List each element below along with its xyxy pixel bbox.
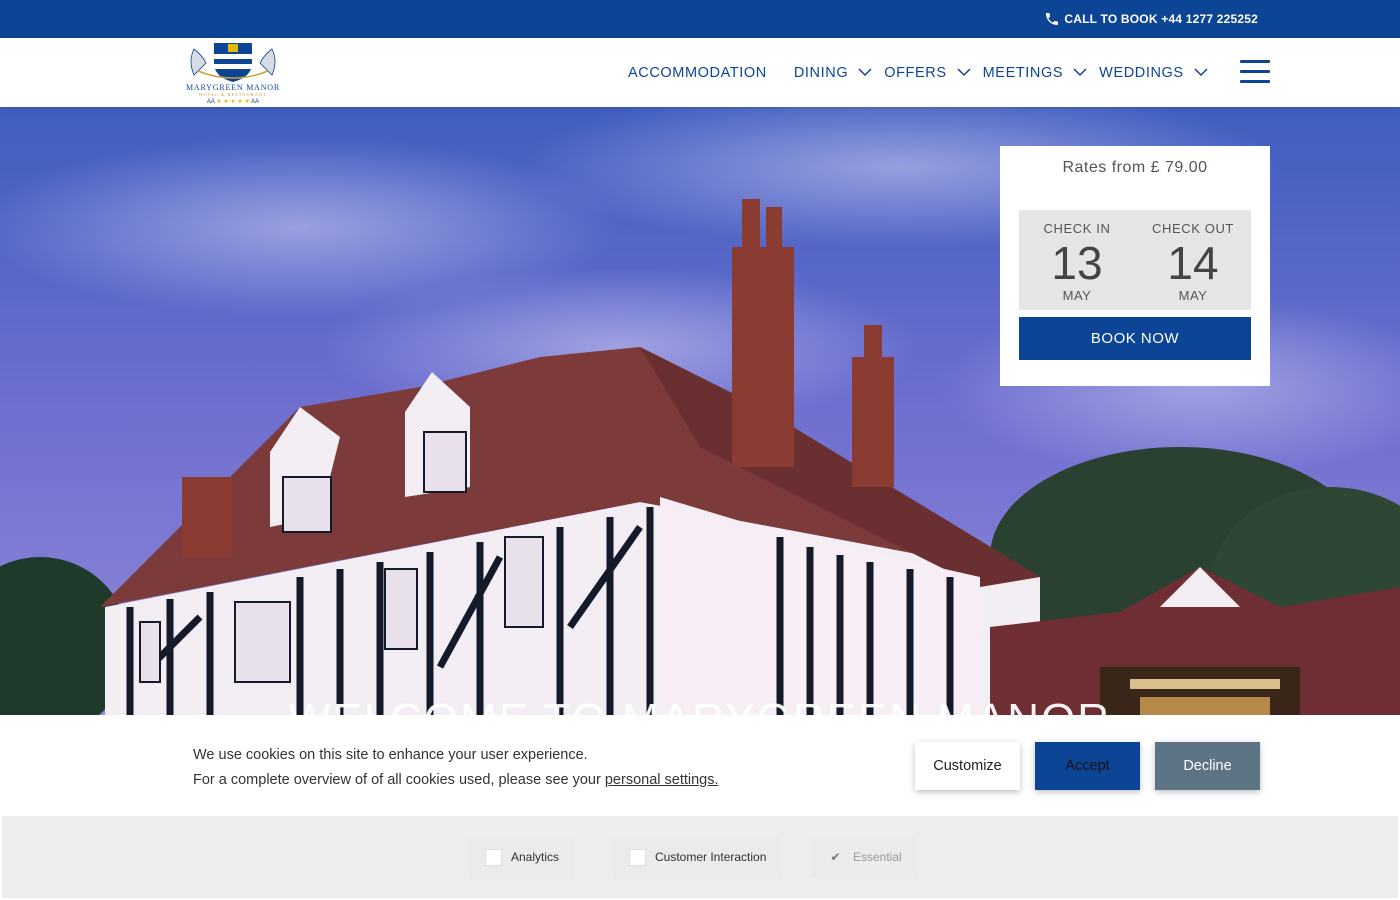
check-in-month: MAY — [1062, 288, 1092, 303]
call-to-book-text: CALL TO BOOK +44 1277 225252 — [1064, 12, 1258, 26]
nav-item-offers[interactable]: OFFERS — [884, 65, 974, 81]
accept-button[interactable]: Accept — [1035, 742, 1140, 790]
chevron-down-icon[interactable] — [858, 68, 872, 77]
analytics-checkbox[interactable] — [485, 848, 502, 866]
pref-essential: ✔ Essential — [811, 836, 918, 878]
rates-text: Rates from £ 79.00 — [1062, 159, 1208, 176]
nav-label: ACCOMMODATION — [628, 64, 767, 81]
date-selector: CHECK IN 13 MAY CHECK OUT 14 MAY — [1019, 210, 1251, 310]
check-in-label: CHECK IN — [1043, 221, 1111, 236]
chevron-down-icon[interactable] — [1194, 68, 1208, 77]
top-bar: CALL TO BOOK +44 1277 225252 — [0, 0, 1400, 38]
pref-label: Essential — [853, 850, 902, 864]
check-in-date[interactable]: CHECK IN 13 MAY — [1019, 210, 1135, 310]
customize-button[interactable]: Customize — [915, 742, 1020, 790]
check-out-month: MAY — [1178, 288, 1208, 303]
pref-customer-interaction[interactable]: Customer Interaction — [613, 836, 783, 878]
rating-left: AA — [206, 99, 215, 105]
cookie-line-2-text: For a complete overview of of all cookie… — [193, 772, 605, 788]
pref-analytics[interactable]: Analytics — [469, 836, 576, 878]
book-now-button[interactable]: BOOK NOW — [1019, 317, 1251, 360]
logo-subtitle: HOTEL & RESTAURANT — [199, 92, 267, 97]
phone-icon — [1046, 13, 1059, 25]
logo-name: MARYGREEN MANOR — [185, 83, 280, 92]
customer-interaction-checkbox[interactable] — [629, 848, 646, 866]
cookie-line-2: For a complete overview of of all cookie… — [193, 768, 719, 793]
hero-heading: WELCOME TO MARYGREEN MANOR — [0, 695, 1400, 715]
nav-label: OFFERS — [884, 64, 947, 81]
nav-label: WEDDINGS — [1099, 64, 1184, 81]
hamburger-icon[interactable] — [1240, 60, 1270, 84]
pref-label: Analytics — [511, 850, 560, 864]
checkmark-icon: ✔ — [830, 850, 841, 864]
logo-rating: AA ★ ★ ★ ★ ★ AA — [184, 98, 282, 105]
cookie-line-1: We use cookies on this site to enhance y… — [193, 747, 588, 763]
pref-label: Customer Interaction — [655, 850, 767, 864]
personal-settings-link[interactable]: personal settings. — [605, 772, 719, 788]
rating-right: AA — [251, 99, 260, 105]
crest-icon — [190, 43, 276, 82]
check-out-day: 14 — [1167, 237, 1219, 289]
check-out-date[interactable]: CHECK OUT 14 MAY — [1135, 210, 1251, 310]
rating-stars: ★ ★ ★ ★ ★ — [216, 99, 250, 105]
cookie-banner: We use cookies on this site to enhance y… — [0, 715, 1400, 900]
check-out-label: CHECK OUT — [1152, 221, 1234, 236]
booking-widget: Rates from £ 79.00 CHECK IN 13 MAY CHECK… — [1000, 146, 1270, 386]
call-to-book-link[interactable]: CALL TO BOOK +44 1277 225252 — [1044, 11, 1258, 27]
nav-item-dining[interactable]: DINING — [794, 65, 876, 81]
nav-label: DINING — [793, 64, 849, 81]
cookie-preferences: Analytics Customer Interaction ✔ Essenti… — [2, 816, 1398, 898]
chevron-down-icon[interactable] — [1073, 68, 1087, 77]
decline-button[interactable]: Decline — [1155, 742, 1260, 790]
primary-menu: ACCOMMODATION DINING OFFERS MEETINGS WED… — [628, 38, 1212, 107]
nav-item-accommodation[interactable]: ACCOMMODATION — [628, 65, 767, 81]
nav-item-meetings[interactable]: MEETINGS — [983, 65, 1092, 81]
chevron-down-icon[interactable] — [957, 68, 971, 77]
check-in-day: 13 — [1051, 237, 1103, 289]
nav-label: MEETINGS — [982, 64, 1064, 81]
cookie-message: We use cookies on this site to enhance y… — [193, 743, 719, 793]
nav-item-weddings[interactable]: WEDDINGS — [1099, 65, 1212, 81]
main-navbar: MARYGREEN MANOR HOTEL & RESTAURANT AA ★ … — [0, 38, 1400, 107]
hotel-logo[interactable]: MARYGREEN MANOR HOTEL & RESTAURANT AA ★ … — [184, 41, 282, 105]
essential-checkbox: ✔ — [827, 848, 844, 866]
